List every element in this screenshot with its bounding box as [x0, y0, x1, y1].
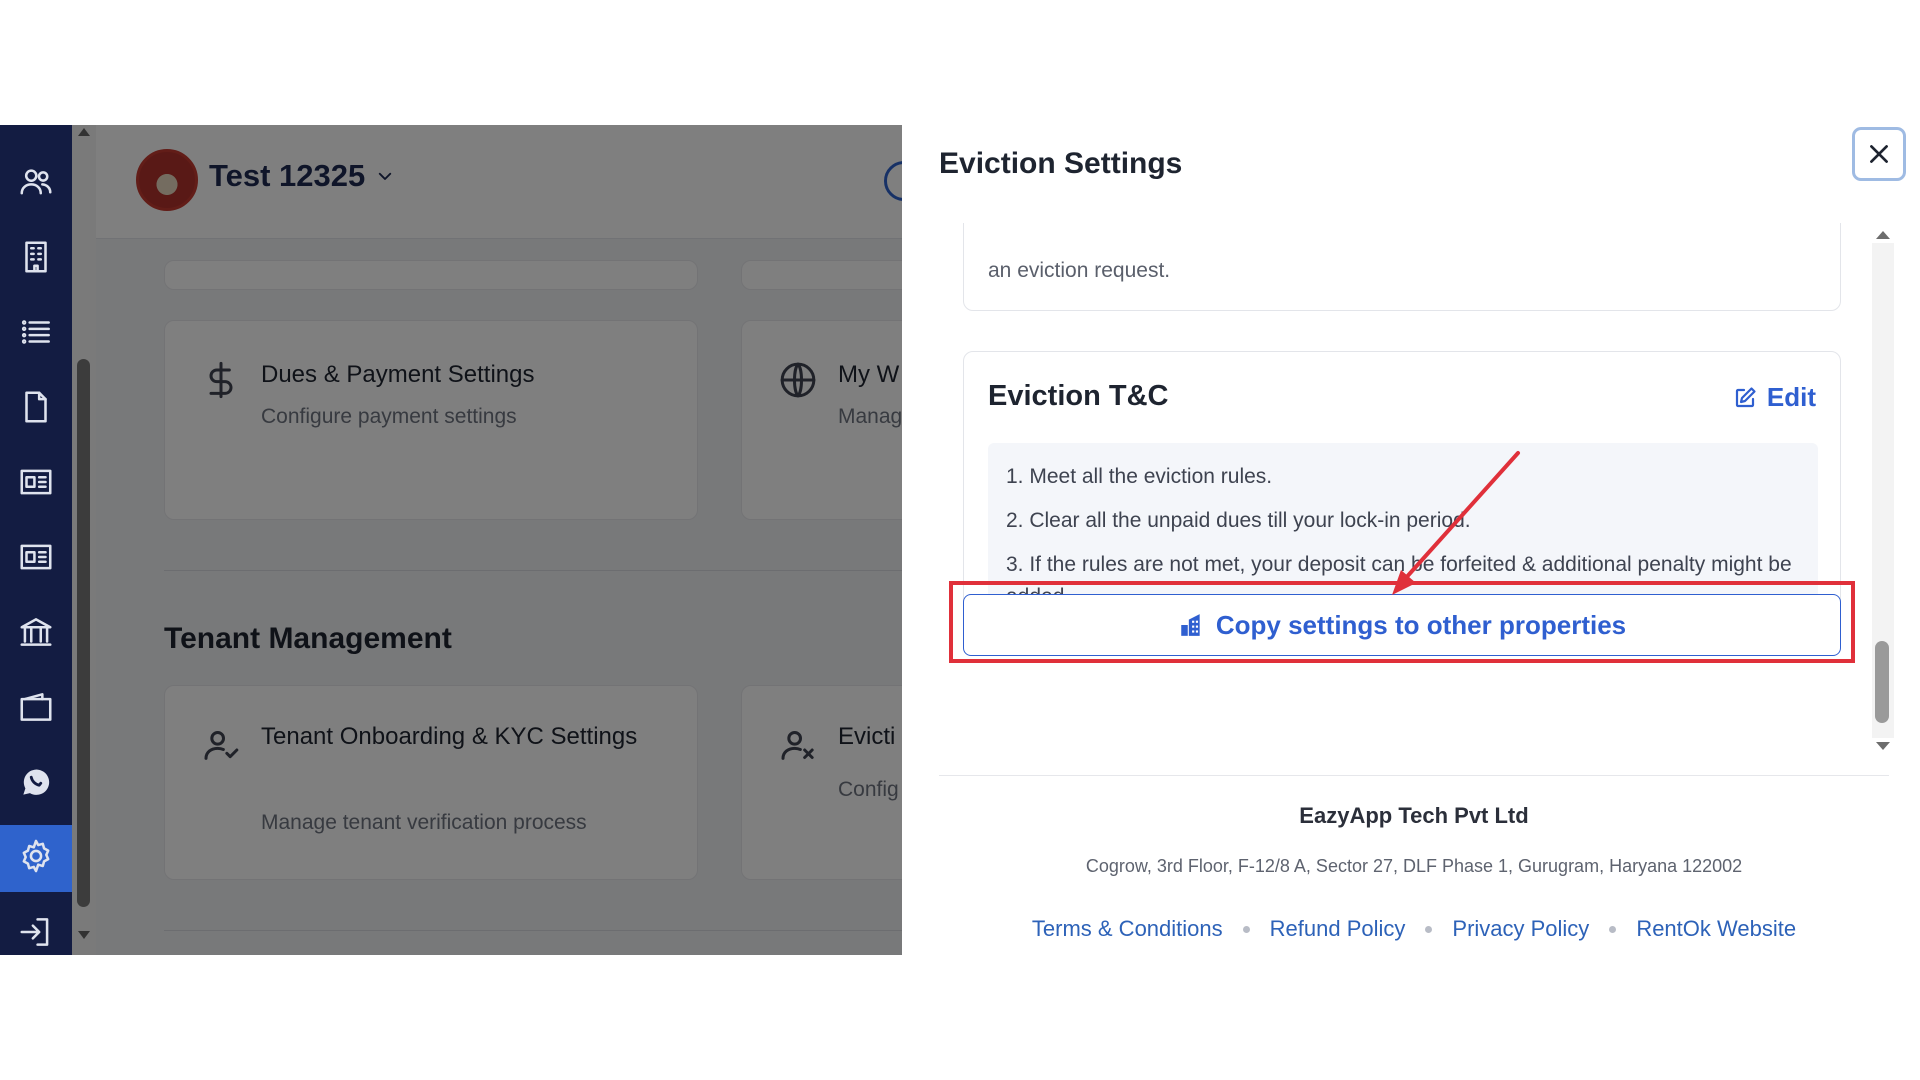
- rule-item: 2. Clear all the unpaid dues till your l…: [1006, 509, 1471, 532]
- sidebar-item-documents[interactable]: [0, 378, 72, 440]
- copy-settings-button[interactable]: Copy settings to other properties: [963, 594, 1841, 656]
- buildings-icon: [1181, 614, 1200, 636]
- sidebar-item-records[interactable]: [0, 453, 72, 515]
- company-address: Cogrow, 3rd Floor, F-12/8 A, Sector 27, …: [1085, 856, 1743, 876]
- modal-overlay[interactable]: [96, 125, 902, 955]
- settings-main: Test 12325 Dues & Payment Settings Confi…: [96, 125, 902, 955]
- id-card-icon: [17, 463, 55, 506]
- copy-settings-label: Copy settings to other properties: [1215, 609, 1627, 640]
- bank-icon: [17, 613, 55, 656]
- sidebar-item-bank[interactable]: [0, 603, 72, 665]
- edit-button[interactable]: Edit: [1733, 382, 1816, 413]
- users-icon: [17, 163, 55, 206]
- scroll-down-arrow[interactable]: [1876, 742, 1890, 750]
- sidebar-item-tenants[interactable]: [0, 153, 72, 215]
- terms-link[interactable]: Terms & Conditions: [1032, 916, 1223, 942]
- document-icon: [17, 388, 55, 431]
- id-card-icon: [17, 538, 55, 581]
- previous-panel: an eviction request.: [963, 223, 1841, 311]
- panel-text: an eviction request.: [988, 259, 1171, 282]
- scroll-up-arrow[interactable]: [1876, 231, 1890, 239]
- sidebar-item-whatsapp[interactable]: [0, 753, 72, 815]
- scroll-down-arrow[interactable]: [78, 931, 90, 939]
- eviction-settings-drawer: Eviction Settings an eviction request. E…: [902, 125, 1920, 955]
- list-icon: [17, 313, 55, 356]
- rentok-website-link[interactable]: RentOk Website: [1636, 916, 1796, 942]
- app-sidebar: [0, 125, 72, 955]
- privacy-policy-link[interactable]: Privacy Policy: [1452, 916, 1589, 942]
- drawer-title: Eviction Settings: [939, 147, 1183, 180]
- refund-policy-link[interactable]: Refund Policy: [1270, 916, 1406, 942]
- whatsapp-icon: [17, 763, 55, 806]
- scrollbar-thumb[interactable]: [1875, 641, 1889, 723]
- drawer-content: an eviction request. Eviction T&C Edit 1…: [902, 223, 1920, 758]
- sidebar-item-list[interactable]: [0, 303, 72, 365]
- wallet-icon: [17, 688, 55, 731]
- tnc-title: Eviction T&C: [988, 380, 1169, 412]
- drawer-footer: EazyApp Tech Pvt Ltd Cogrow, 3rd Floor, …: [939, 775, 1889, 955]
- separator-dot: [1242, 925, 1250, 933]
- company-name: EazyApp Tech Pvt Ltd: [1299, 803, 1529, 828]
- edit-label: Edit: [1766, 382, 1816, 412]
- sidebar-item-wallet[interactable]: [0, 678, 72, 740]
- sidebar-item-properties[interactable]: [0, 228, 72, 290]
- sidebar-item-reports[interactable]: [0, 528, 72, 590]
- rule-item: 1. Meet all the eviction rules.: [1006, 465, 1273, 488]
- footer-links: Terms & Conditions Refund Policy Privacy…: [939, 916, 1889, 942]
- gear-icon: [17, 837, 55, 880]
- separator-dot: [1425, 925, 1433, 933]
- sidebar-item-logout[interactable]: [0, 903, 72, 955]
- scroll-up-arrow[interactable]: [78, 128, 90, 136]
- separator-dot: [1609, 925, 1617, 933]
- sidebar-item-settings[interactable]: [0, 825, 72, 892]
- app-screen: Test 12325 Dues & Payment Settings Confi…: [0, 125, 1920, 955]
- drawer-scrollbar[interactable]: [1870, 223, 1896, 758]
- sidebar-scrollbar[interactable]: [72, 125, 96, 955]
- edit-icon: [1735, 386, 1756, 407]
- building-icon: [17, 238, 55, 281]
- logout-icon: [17, 913, 55, 956]
- scrollbar-thumb[interactable]: [77, 359, 90, 907]
- close-icon: [1870, 145, 1888, 163]
- close-button[interactable]: [1852, 127, 1906, 181]
